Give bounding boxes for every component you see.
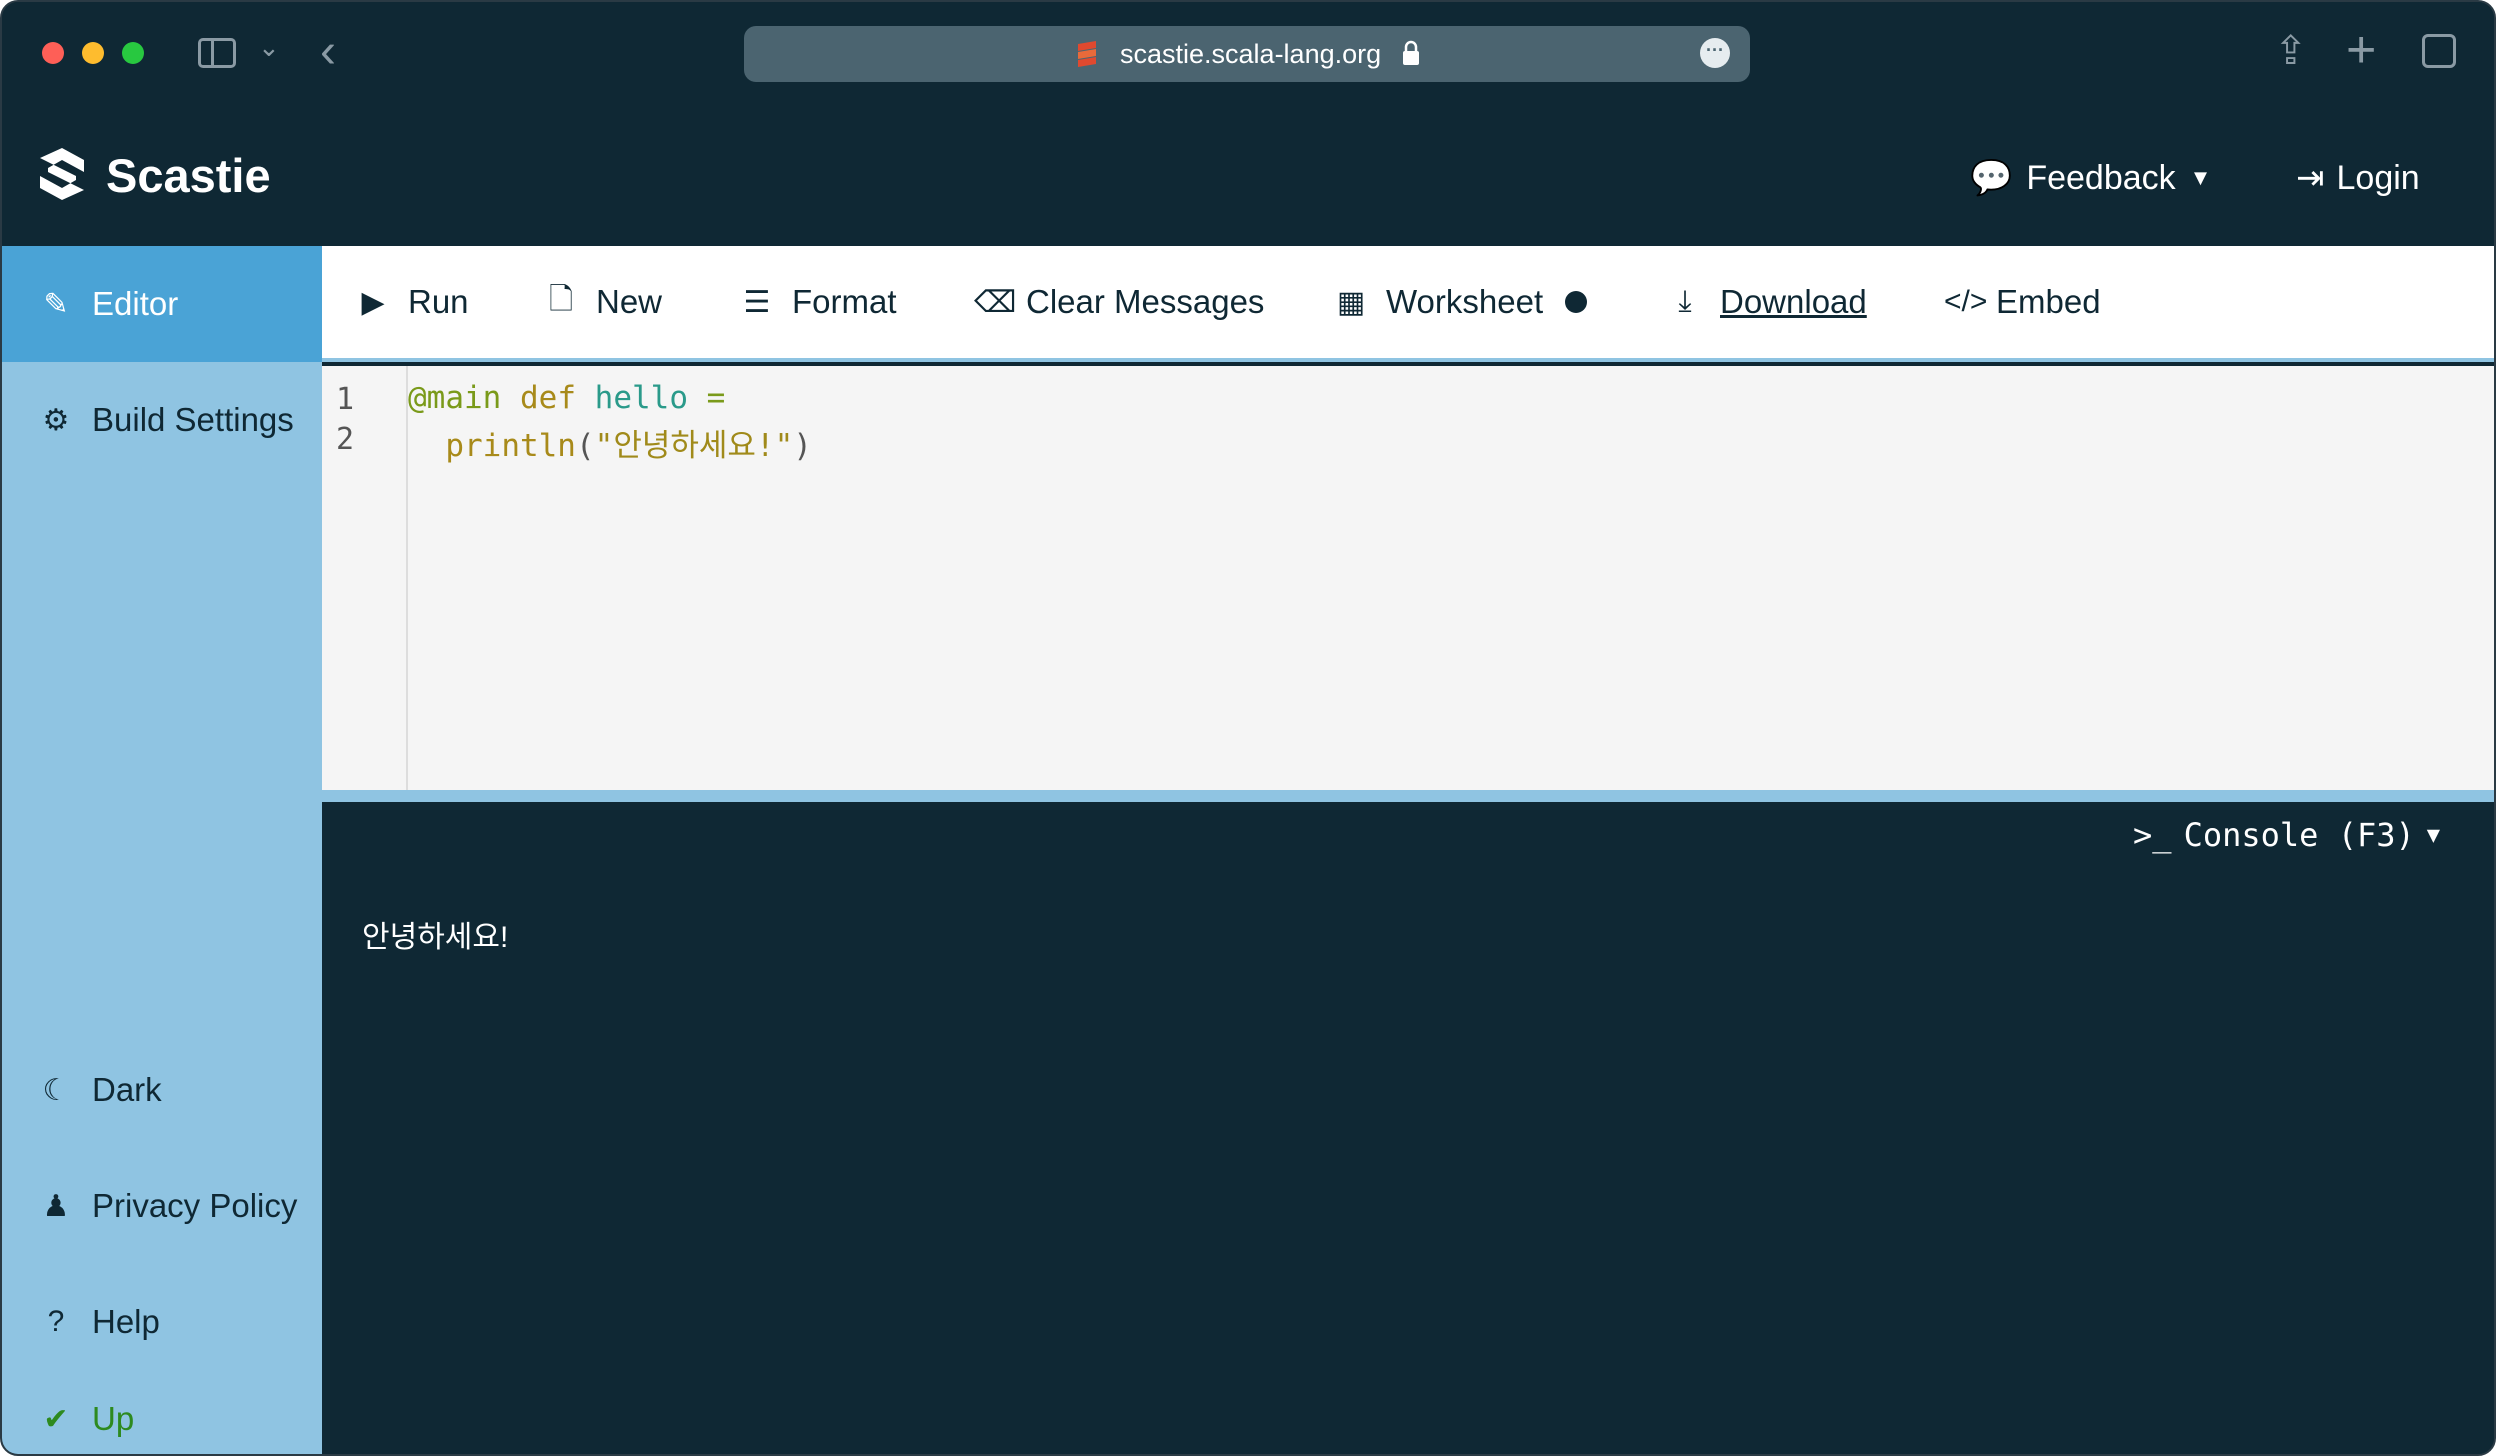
url-text: scastie.scala-lang.org xyxy=(1120,39,1382,69)
close-window-button[interactable] xyxy=(42,42,64,64)
new-label: New xyxy=(596,283,663,320)
login-button[interactable]: ⇥ Login xyxy=(2296,158,2420,198)
edit-icon: ✎ xyxy=(43,287,69,321)
call-token: println xyxy=(445,428,576,464)
feedback-button[interactable]: 💬 Feedback ▼ xyxy=(1970,158,2211,198)
sidebar-item-privacy-policy[interactable]: ♟ Privacy Policy xyxy=(2,1148,322,1264)
keyword-token: def xyxy=(520,380,576,416)
calendar-icon: ▦ xyxy=(1336,285,1366,319)
caret-down-icon: ▼ xyxy=(2189,165,2212,190)
sidebar-item-label: Privacy Policy xyxy=(92,1187,298,1224)
browser-toolbar: ⌄ ‹ scastie.scala-lang.org ··· ⇪ + xyxy=(2,2,2494,106)
sign-in-icon: ⇥ xyxy=(2296,159,2325,197)
gear-icon: ⚙ xyxy=(42,403,70,437)
eraser-icon: ⌫ xyxy=(974,285,1017,319)
browser-window: ⌄ ‹ scastie.scala-lang.org ··· ⇪ + Scast… xyxy=(0,0,2496,1456)
sidebar-item-help[interactable]: ? Help xyxy=(2,1264,322,1380)
console-toggle-label: Console (F3) xyxy=(2183,816,2415,854)
comments-icon: 💬 xyxy=(1970,159,2013,197)
worksheet-label: Worksheet xyxy=(1386,283,1544,320)
sidebar-item-build-settings[interactable]: ⚙ Build Settings xyxy=(2,362,322,478)
download-label: Download xyxy=(1720,283,1867,320)
string-token: "안녕하세요!" xyxy=(594,428,794,464)
scastie-logo-icon xyxy=(40,148,84,200)
user-secret-icon: ♟ xyxy=(42,1189,70,1223)
console-panel: >_ Console (F3) ▼ 안녕하세요! xyxy=(322,802,2494,1454)
sidebar-item-editor[interactable]: ✎ Editor xyxy=(2,246,322,362)
format-label: Format xyxy=(792,283,897,320)
operator-token: = xyxy=(706,380,726,416)
app-header: Scastie 💬 Feedback ▼ ⇥ Login xyxy=(2,106,2494,246)
check-circle-icon: ✔ xyxy=(43,1402,69,1436)
worksheet-status-dot xyxy=(1565,291,1588,313)
play-icon: ▶ xyxy=(361,285,385,319)
moon-icon: ☾ xyxy=(42,1073,70,1107)
address-bar[interactable]: scastie.scala-lang.org ··· xyxy=(744,26,1750,82)
tab-overview-icon[interactable] xyxy=(2422,34,2456,68)
question-circle-icon: ? xyxy=(47,1305,65,1338)
console-toggle-button[interactable]: >_ Console (F3) ▼ xyxy=(2133,816,2440,854)
code-line[interactable]: println("안녕하세요!") xyxy=(408,420,812,465)
embed-button[interactable]: </> Embed xyxy=(1944,246,2101,358)
file-icon: 🗋 xyxy=(548,282,574,316)
embed-label: Embed xyxy=(1996,283,2101,320)
sidebar-item-label: Editor xyxy=(92,285,179,322)
sidebar-item-label: Build Settings xyxy=(92,401,294,438)
sidebar-item-dark[interactable]: ☾ Dark xyxy=(2,1032,322,1148)
minimize-window-button[interactable] xyxy=(82,42,104,64)
brand-name: Scastie xyxy=(106,149,271,202)
download-button[interactable]: ⤓ Download xyxy=(1668,246,1867,358)
zoom-window-button[interactable] xyxy=(122,42,144,64)
lock-icon xyxy=(1403,40,1419,65)
login-label: Login xyxy=(2336,158,2420,197)
run-button[interactable]: ▶ Run xyxy=(356,246,469,358)
new-button[interactable]: 🗋 New xyxy=(544,246,662,358)
annotation-token: @main xyxy=(408,380,502,416)
back-arrow-icon[interactable]: ‹ xyxy=(320,24,336,79)
sidebar-item-label: Help xyxy=(92,1303,160,1340)
line-number: 1 xyxy=(336,382,355,417)
more-options-icon[interactable]: ··· xyxy=(1700,38,1730,68)
caret-down-icon: ▼ xyxy=(2426,822,2440,848)
chevron-down-icon[interactable]: ⌄ xyxy=(258,32,280,63)
code-editor[interactable]: 1 2 @main def hello = println("안녕하세요!") xyxy=(322,366,2494,790)
sidebar-item-status[interactable]: ✔ Up xyxy=(2,1380,322,1454)
line-number: 2 xyxy=(336,422,355,457)
sidebar-item-label: Dark xyxy=(92,1071,162,1108)
resize-handle[interactable] xyxy=(322,790,2494,802)
sidebar-toggle-icon[interactable] xyxy=(198,38,236,68)
code-icon: </> xyxy=(1944,285,1988,318)
worksheet-button[interactable]: ▦ Worksheet xyxy=(1334,246,1588,358)
download-icon: ⤓ xyxy=(1678,285,1692,318)
feedback-label: Feedback xyxy=(2026,158,2176,197)
format-button[interactable]: ☰ Format xyxy=(740,246,897,358)
paren-token: ( xyxy=(575,428,595,464)
function-name-token: hello xyxy=(594,380,688,416)
terminal-icon: >_ xyxy=(2133,816,2172,854)
sidebar: ✎ Editor ⚙ Build Settings ☾ Dark ♟ Priva… xyxy=(2,246,322,1454)
new-tab-icon[interactable]: + xyxy=(2346,20,2376,80)
console-output: 안녕하세요! xyxy=(362,921,509,954)
clear-messages-button[interactable]: ⌫ Clear Messages xyxy=(974,246,1264,358)
align-left-icon: ☰ xyxy=(743,285,771,319)
sidebar-item-label: Up xyxy=(92,1400,135,1437)
share-icon[interactable]: ⇪ xyxy=(2274,28,2308,74)
line-number-gutter: 1 2 xyxy=(322,366,408,790)
clear-messages-label: Clear Messages xyxy=(1026,283,1265,320)
paren-token: ) xyxy=(793,428,812,464)
scala-favicon-icon xyxy=(1078,41,1096,67)
code-line[interactable]: @main def hello = xyxy=(408,380,725,416)
run-label: Run xyxy=(408,283,469,320)
editor-toolbar: ▶ Run 🗋 New ☰ Format ⌫ Clear Messages ▦ … xyxy=(322,246,2494,362)
